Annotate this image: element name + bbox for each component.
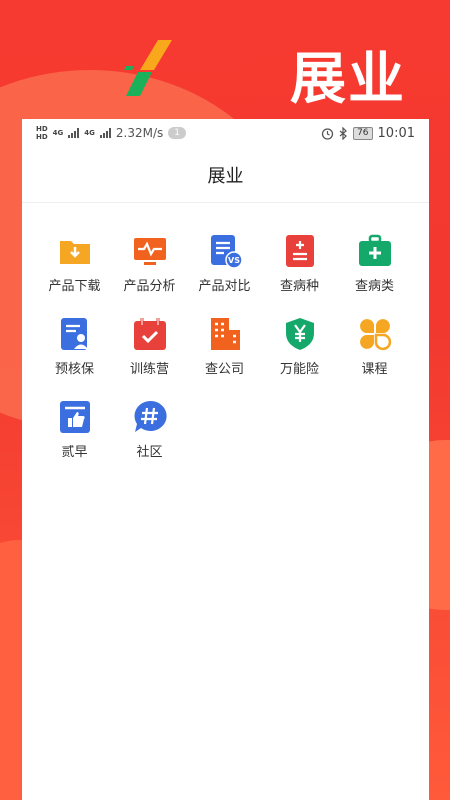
network-type-label: 4G: [84, 129, 95, 137]
menu-item-label: 社区: [136, 445, 163, 460]
menu-item-label: 产品分析: [123, 279, 176, 294]
status-right: 76 10:01: [321, 126, 415, 141]
menu-item-disease-category[interactable]: 查病类: [337, 233, 412, 294]
hero-title: 展业: [290, 47, 406, 112]
menu-item-label: 查公司: [204, 362, 244, 377]
menu-item-morning-meeting[interactable]: 贰早: [37, 399, 112, 460]
menu-item-community[interactable]: 社区: [112, 399, 187, 460]
notification-badge: 1: [168, 127, 187, 139]
hd-label: HD: [36, 125, 48, 133]
menu-item-label: 训练营: [129, 362, 169, 377]
menu-item-company-lookup[interactable]: 查公司: [187, 316, 262, 377]
menu-grid: 产品下载 产品分析 VS 产品对比 查病种 查病类 预核保 训练营 查公司 万能…: [22, 203, 429, 460]
page-title: 展业: [207, 165, 244, 187]
menu-item-label: 万能险: [279, 362, 319, 377]
network-type-label: 4G: [52, 129, 64, 137]
menu-item-pre-underwriting[interactable]: 预核保: [37, 316, 112, 377]
menu-item-label: 贰早: [61, 445, 88, 460]
hd-label: HD: [36, 133, 48, 141]
hd-indicators: HD HD: [36, 125, 48, 141]
menu-item-label: 课程: [361, 362, 388, 377]
status-time: 10:01: [377, 125, 415, 141]
menu-item-label: 预核保: [54, 362, 94, 377]
phone-screen: HD HD 4G 4G 2.32M/s 1 76 10:01 展业 产品下载 产…: [22, 119, 429, 800]
menu-item-label: 产品对比: [198, 279, 251, 294]
menu-item-disease-lookup[interactable]: 查病种: [262, 233, 337, 294]
network-speed: 2.32M/s: [115, 126, 164, 140]
chat-hashtag-icon: [134, 400, 167, 432]
menu-item-courses[interactable]: 课程: [337, 316, 412, 377]
monitor-pulse-icon: [133, 238, 166, 265]
document-thumbsup-icon: [59, 401, 90, 433]
signal-icon: [68, 128, 80, 138]
status-bar: HD HD 4G 4G 2.32M/s 1 76 10:01: [22, 119, 429, 147]
clover-icon: [359, 319, 391, 351]
menu-item-product-download[interactable]: 产品下载: [37, 233, 112, 294]
nav-bar: 展业: [22, 147, 429, 203]
svg-text:VS: VS: [228, 256, 240, 265]
menu-item-universal-insurance[interactable]: 万能险: [262, 316, 337, 377]
menu-item-training-camp[interactable]: 训练营: [112, 316, 187, 377]
medical-record-icon: [285, 235, 314, 267]
menu-item-product-compare[interactable]: VS 产品对比: [187, 233, 262, 294]
first-aid-kit-icon: [358, 234, 391, 266]
menu-item-label: 查病种: [279, 279, 319, 294]
building-icon: [210, 318, 240, 350]
menu-item-label: 查病类: [354, 279, 394, 294]
app-logo-icon: [124, 40, 172, 96]
document-person-icon: [60, 318, 88, 350]
document-vs-icon: VS: [210, 235, 243, 269]
menu-item-label: 产品下载: [48, 279, 101, 294]
menu-item-product-analysis[interactable]: 产品分析: [112, 233, 187, 294]
folder-download-icon: [59, 241, 90, 264]
shield-yen-icon: [285, 318, 314, 350]
alarm-icon: [321, 127, 334, 140]
status-left: HD HD 4G 4G 2.32M/s 1: [36, 125, 187, 141]
bluetooth-icon: [339, 126, 347, 140]
battery-indicator: 76: [353, 126, 373, 140]
signal-icon: [99, 128, 111, 138]
calendar-check-icon: [133, 318, 166, 350]
